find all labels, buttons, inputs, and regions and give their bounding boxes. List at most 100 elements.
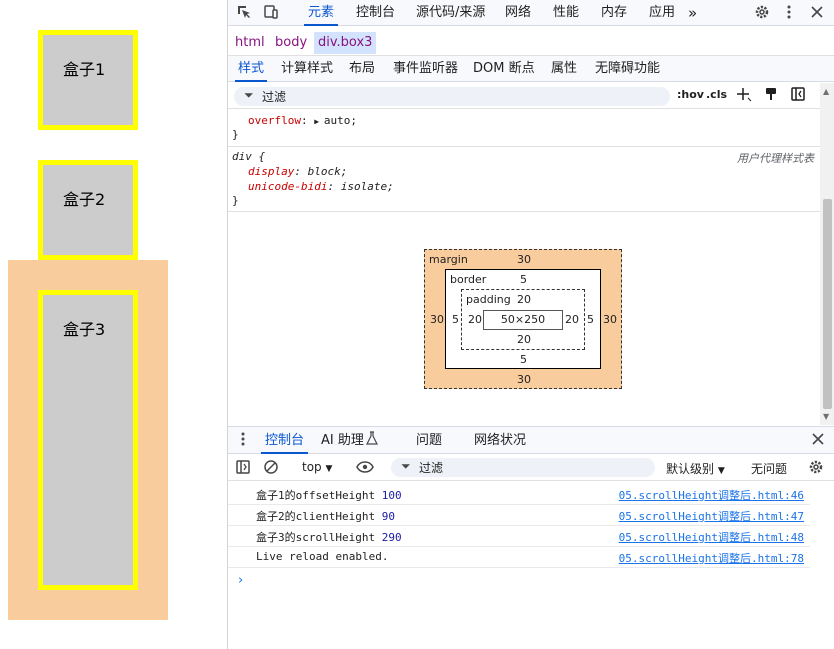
breadcrumb-html[interactable]: html — [231, 32, 269, 54]
console-source-link[interactable]: 05.scrollHeight调整后.html:78 — [619, 550, 804, 566]
margin-top-value[interactable]: 30 — [517, 253, 531, 266]
tab-elements[interactable]: 元素 — [303, 0, 339, 26]
subtab-event-listeners[interactable]: 事件监听器 — [393, 56, 458, 82]
console-source-link[interactable]: 05.scrollHeight调整后.html:48 — [619, 529, 804, 545]
settings-gear-icon[interactable] — [753, 4, 771, 22]
drawer-tab-ai-assistant[interactable]: AI 助理 — [321, 427, 364, 454]
clear-console-icon[interactable] — [263, 459, 279, 479]
padding-right-value[interactable]: 20 — [565, 313, 579, 326]
console-settings-gear-icon[interactable] — [808, 459, 824, 479]
margin-bottom-value[interactable]: 30 — [517, 373, 531, 386]
css-property-name: display — [248, 165, 295, 178]
scroll-up-arrow-icon[interactable]: ▲ — [823, 87, 829, 96]
tab-network[interactable]: 网络 — [505, 0, 531, 26]
subtab-accessibility[interactable]: 无障碍功能 — [595, 56, 660, 82]
paint-bucket-icon[interactable] — [762, 86, 780, 104]
console-message: Live reload enabled. 05.scrollHeight调整后.… — [228, 547, 810, 568]
styles-subtabs: 样式 计算样式 布局 事件监听器 DOM 断点 属性 无障碍功能 — [228, 56, 834, 82]
close-devtools-icon[interactable] — [808, 4, 826, 22]
subtab-layout[interactable]: 布局 — [349, 56, 375, 82]
console-message: 盒子1的offsetHeight 100 05.scrollHeight调整后.… — [228, 484, 810, 505]
padding-label: padding — [466, 293, 511, 306]
ua-rule-selector: div { — [232, 150, 266, 163]
devtools-toolbar: 元素 控制台 源代码/来源 网络 性能 内存 应用 » — [228, 0, 834, 26]
console-message-text: Live reload enabled. — [256, 550, 388, 563]
tab-performance[interactable]: 性能 — [553, 0, 579, 26]
console-message: 盒子3的scrollHeight 290 05.scrollHeight调整后.… — [228, 526, 810, 547]
close-drawer-icon[interactable] — [809, 431, 827, 449]
drawer-tab-issues[interactable]: 问题 — [416, 427, 442, 454]
message-label: Live reload enabled. — [256, 550, 389, 563]
class-toggle-button[interactable]: .cls — [706, 88, 727, 101]
box2: 盒子2 — [38, 160, 138, 260]
console-message-text: 盒子3的scrollHeight 290 — [256, 529, 402, 545]
border-left-value[interactable]: 5 — [452, 313, 459, 326]
subtab-properties[interactable]: 属性 — [551, 56, 577, 82]
console-source-link[interactable]: 05.scrollHeight调整后.html:47 — [619, 508, 804, 524]
style-declaration-overflow[interactable]: overflow: ▶ auto; — [248, 114, 357, 127]
drawer-tab-console[interactable]: 控制台 — [260, 427, 309, 454]
border-right-value[interactable]: 5 — [587, 313, 594, 326]
breadcrumb-div-box3[interactable]: div.box3 — [314, 32, 377, 54]
console-message-text: 盒子1的offsetHeight 100 — [256, 487, 402, 503]
subtab-dom-breakpoints[interactable]: DOM 断点 — [473, 56, 535, 82]
tab-memory[interactable]: 内存 — [601, 0, 627, 26]
console-source-link[interactable]: 05.scrollHeight调整后.html:46 — [619, 487, 804, 503]
issues-counter[interactable]: 无问题 — [751, 460, 787, 477]
breadcrumb-body[interactable]: body — [271, 32, 311, 54]
console-filter: ⏷ — [391, 458, 655, 477]
console-prompt-chevron-icon[interactable]: › — [238, 573, 243, 588]
filter-funnel-icon: ⏷ — [401, 459, 411, 473]
drawer-tab-network-conditions[interactable]: 网络状况 — [474, 427, 526, 454]
console-sidebar-icon[interactable] — [235, 459, 251, 479]
box3: 盒子3 — [38, 290, 138, 590]
live-expression-eye-icon[interactable] — [356, 459, 374, 479]
message-label: 盒子2的clientHeight — [256, 510, 376, 523]
drawer-menu-kebab-icon[interactable] — [234, 431, 252, 449]
padding-bottom-value[interactable]: 20 — [517, 333, 531, 346]
scrollbar-thumb[interactable] — [823, 199, 832, 409]
console-filter-input[interactable] — [417, 458, 647, 477]
context-value: top — [302, 460, 322, 474]
border-top-value[interactable]: 5 — [520, 273, 527, 286]
css-property-value: isolate; — [340, 180, 394, 193]
new-style-rule-plus-icon[interactable] — [735, 86, 753, 104]
css-property-value: auto; — [323, 114, 357, 127]
subtab-styles[interactable]: 样式 — [234, 56, 268, 82]
hover-state-button[interactable]: :hov — [677, 88, 704, 101]
page-preview: 盒子1 盒子2 盒子3 — [0, 0, 227, 649]
styles-scrollbar[interactable]: ▲ ▼ — [820, 83, 834, 425]
box3-label: 盒子3 — [63, 320, 106, 339]
tab-application[interactable]: 应用 — [649, 0, 675, 26]
scroll-down-arrow-icon[interactable]: ▼ — [823, 412, 829, 421]
dropdown-arrow-icon: ▼ — [717, 466, 725, 476]
context-selector[interactable]: top ▼ — [302, 460, 332, 474]
padding-top-value[interactable]: 20 — [517, 293, 531, 306]
toggle-sidebar-icon[interactable] — [789, 86, 807, 104]
tab-sources[interactable]: 源代码/来源 — [416, 0, 485, 26]
inspect-element-icon[interactable] — [235, 4, 253, 22]
message-label: 盒子3的scrollHeight — [256, 531, 376, 544]
margin-left-value[interactable]: 30 — [430, 313, 444, 326]
more-tabs-chevron-icon[interactable]: » — [688, 0, 697, 26]
box-model-content[interactable]: 50×250 — [483, 310, 563, 330]
log-levels-value: 默认级别 — [666, 462, 715, 476]
message-value: 90 — [381, 510, 395, 523]
ua-declaration-display: display: block; — [248, 165, 348, 178]
css-property-name: overflow — [248, 114, 301, 127]
padding-left-value[interactable]: 20 — [468, 313, 482, 326]
more-options-kebab-icon[interactable] — [780, 4, 798, 22]
log-levels-dropdown[interactable]: 默认级别 ▼ — [666, 460, 725, 477]
drawer-tabbar: 控制台 AI 助理 问题 网络状况 — [228, 426, 834, 454]
box2-label: 盒子2 — [63, 190, 106, 209]
console-message: 盒子2的clientHeight 90 05.scrollHeight调整后.h… — [228, 505, 810, 526]
styles-filter-input[interactable] — [260, 87, 660, 106]
message-label: 盒子1的offsetHeight — [256, 489, 376, 502]
styles-filter: ⏷ — [234, 87, 670, 106]
subtab-computed[interactable]: 计算样式 — [281, 56, 333, 82]
margin-right-value[interactable]: 30 — [603, 313, 617, 326]
tab-console[interactable]: 控制台 — [356, 0, 395, 26]
border-bottom-value[interactable]: 5 — [520, 353, 527, 366]
device-toolbar-icon[interactable] — [262, 4, 280, 22]
border-label: border — [450, 273, 487, 286]
